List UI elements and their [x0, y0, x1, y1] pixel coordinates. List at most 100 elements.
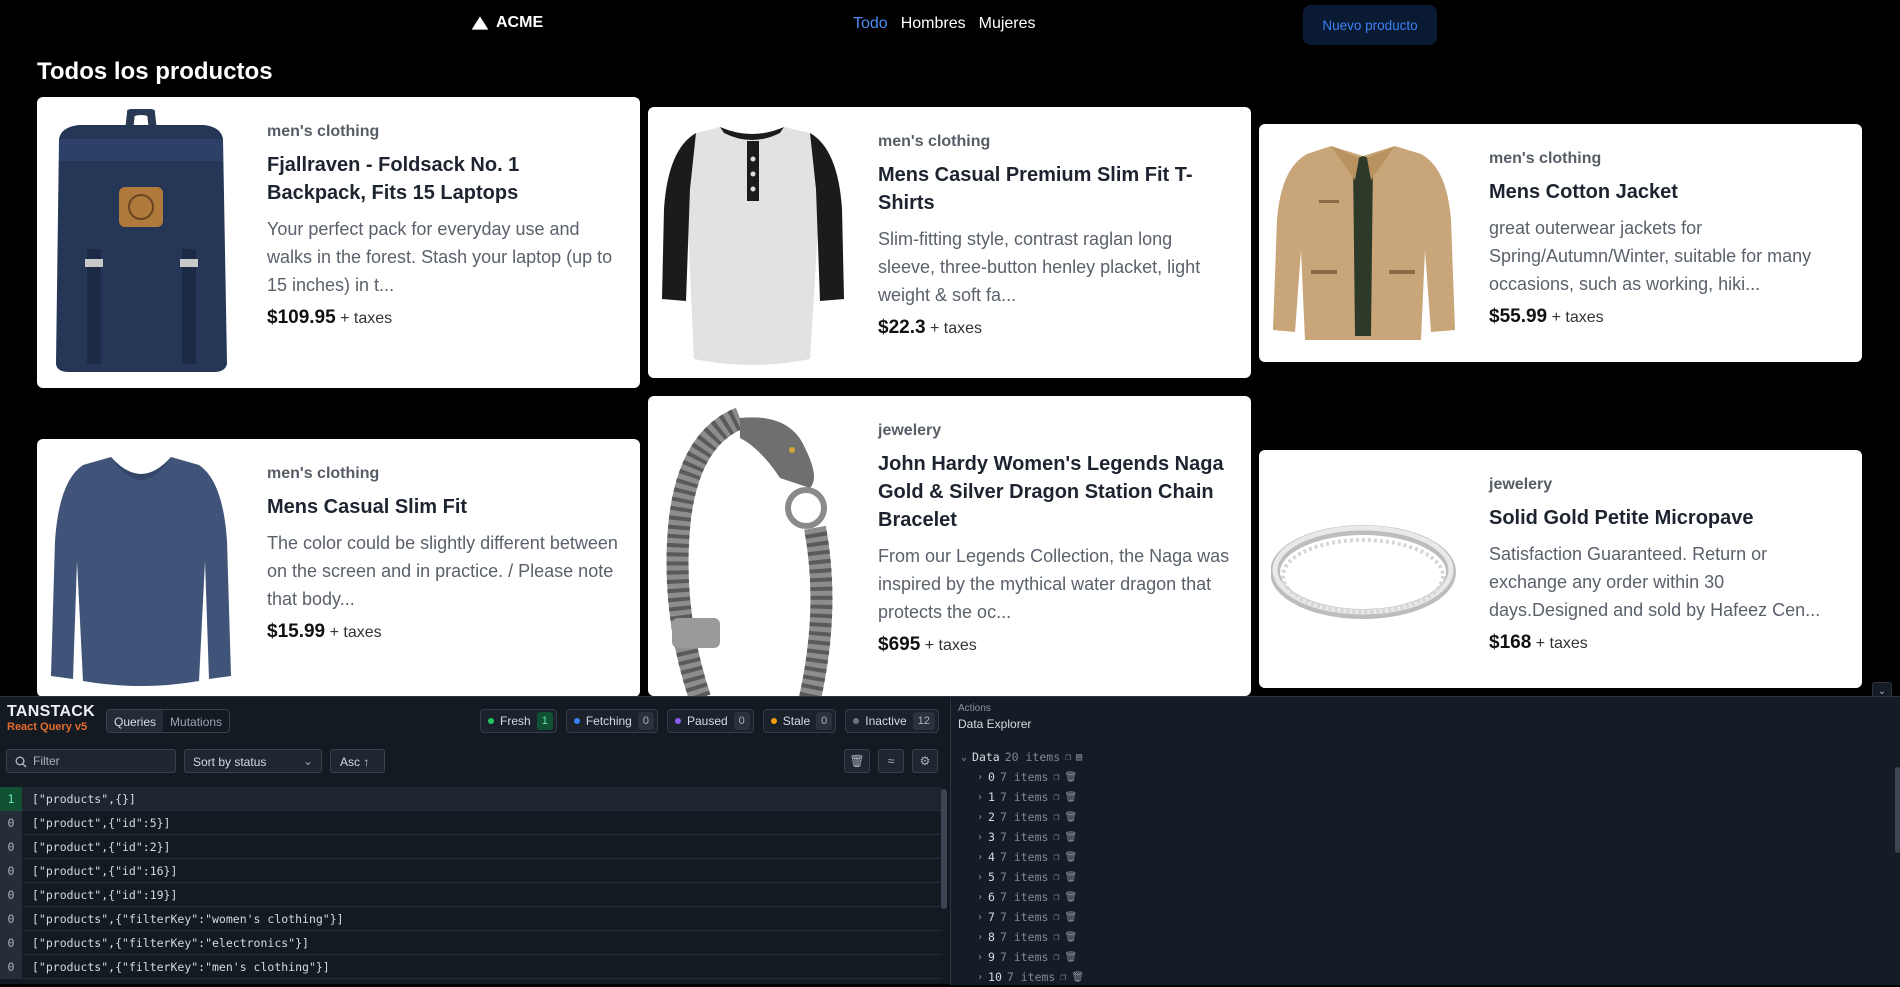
product-card[interactable]: jewelery John Hardy Women's Legends Naga… — [648, 396, 1251, 696]
product-title[interactable]: Mens Casual Premium Slim Fit T-Shirts — [878, 161, 1233, 217]
product-title[interactable]: John Hardy Women's Legends Naga Gold & S… — [878, 450, 1233, 534]
tree-item-row[interactable]: › 2 7 items ❐ 🗑 — [961, 807, 1084, 827]
product-description: Slim-fitting style, contrast raglan long… — [878, 229, 1201, 305]
tree-count: 7 items — [999, 870, 1049, 884]
product-category: men's clothing — [878, 133, 991, 150]
copy-icon[interactable]: ❐ — [1053, 952, 1059, 963]
copy-icon[interactable]: ❐ — [1053, 852, 1059, 863]
trash-icon[interactable]: 🗑 — [1064, 932, 1077, 943]
status-paused[interactable]: Paused 0 — [666, 709, 754, 733]
chevron-right-icon: › — [977, 851, 984, 863]
product-card[interactable]: men's clothing Fjallraven - Foldsack No.… — [37, 97, 640, 388]
copy-icon[interactable]: ❐ — [1053, 832, 1059, 843]
copy-icon[interactable]: ❐ — [1053, 892, 1059, 903]
query-key: ["product",{"id":16}] — [32, 863, 178, 878]
tree-item-row[interactable]: › 0 7 items ❐ 🗑 — [961, 767, 1084, 787]
product-title[interactable]: Solid Gold Petite Micropave — [1489, 504, 1844, 532]
tree-item-row[interactable]: › 9 7 items ❐ 🗑 — [961, 947, 1084, 967]
query-row[interactable]: 0 ["product",{"id":2}] — [0, 834, 942, 859]
new-product-button[interactable]: Nuevo producto — [1303, 5, 1437, 45]
sort-order-button[interactable]: Asc ↑ — [330, 749, 385, 773]
copy-icon[interactable]: ❐ — [1060, 972, 1066, 983]
status-counts: Fresh 1 Fetching 0 Paused 0 Stale 0 Inactive… — [480, 709, 939, 733]
product-price-row: $695 + taxes — [878, 634, 1233, 656]
query-key: ["products",{"filterKey":"women's clothi… — [32, 911, 344, 926]
status-label: Fetching — [585, 714, 632, 728]
tree-item-row[interactable]: › 6 7 items ❐ 🗑 — [961, 887, 1084, 907]
tree-item-row[interactable]: › 1 7 items ❐ 🗑 — [961, 787, 1084, 807]
product-card[interactable]: men's clothing Mens Casual Premium Slim … — [648, 107, 1251, 378]
filter-input[interactable]: Filter — [6, 749, 176, 773]
status-stale[interactable]: Stale 0 — [762, 709, 837, 733]
tree-key: 1 — [988, 790, 995, 804]
trash-icon[interactable]: 🗑 — [1064, 772, 1077, 783]
copy-icon[interactable]: ❐ — [1053, 912, 1059, 923]
nav-link-mujeres[interactable]: Mujeres — [979, 15, 1036, 33]
chevron-right-icon: › — [977, 891, 984, 903]
clear-cache-button[interactable]: 🗑 — [844, 749, 870, 773]
product-title[interactable]: Mens Cotton Jacket — [1489, 178, 1844, 206]
query-row[interactable]: 0 ["products",{"filterKey":"women's cloth… — [0, 906, 942, 931]
filter-placeholder: Filter — [33, 754, 60, 768]
tree-item-row[interactable]: › 7 7 items ❐ 🗑 — [961, 907, 1084, 927]
product-price-row: $55.99 + taxes — [1489, 306, 1844, 328]
product-price-row: $15.99 + taxes — [267, 621, 622, 643]
offline-mode-button[interactable]: ≈ — [878, 749, 904, 773]
tree-item-row[interactable]: › 4 7 items ❐ 🗑 — [961, 847, 1084, 867]
sort-select[interactable]: Sort by status ⌄ — [184, 749, 322, 773]
status-count: 0 — [733, 712, 750, 730]
tree-item-row[interactable]: › 8 7 items ❐ 🗑 — [961, 927, 1084, 947]
query-row[interactable]: 0 ["product",{"id":5}] — [0, 810, 942, 835]
tanstack-logo[interactable]: TANSTACK — [7, 703, 95, 721]
status-inactive[interactable]: Inactive 12 — [845, 709, 939, 733]
copy-icon[interactable]: ❐ — [1053, 792, 1059, 803]
settings-button[interactable]: ⚙ — [912, 749, 938, 773]
list-icon[interactable]: ▤ — [1076, 752, 1082, 763]
tree-item-row[interactable]: › 3 7 items ❐ 🗑 — [961, 827, 1084, 847]
query-list-scrollbar[interactable] — [941, 789, 947, 909]
devtools-tabs: Queries Mutations — [106, 709, 231, 733]
query-row[interactable]: 0 ["product",{"id":16}] — [0, 858, 942, 883]
product-card[interactable]: men's clothing Mens Casual Slim Fit The … — [37, 439, 640, 697]
actions-heading: Actions — [958, 703, 991, 711]
tab-queries[interactable]: Queries — [107, 710, 164, 732]
brand-logo[interactable]: ACME — [470, 14, 543, 32]
trash-icon[interactable]: 🗑 — [1064, 892, 1077, 903]
nav-link-hombres[interactable]: Hombres — [901, 15, 966, 33]
trash-icon[interactable]: 🗑 — [1064, 952, 1077, 963]
copy-icon[interactable]: ❐ — [1053, 932, 1059, 943]
trash-icon[interactable]: 🗑 — [1071, 972, 1084, 983]
product-description: great outerwear jackets for Spring/Autum… — [1489, 218, 1812, 294]
query-row[interactable]: 0 ["products",{"filterKey":"electronics"}… — [0, 930, 942, 955]
tree-root-row[interactable]: ⌄ Data 20 items ❐ ▤ — [961, 747, 1084, 767]
copy-icon[interactable]: ❐ — [1053, 772, 1059, 783]
tree-count: 20 items — [1004, 750, 1061, 764]
page-title: Todos los productos — [37, 58, 273, 85]
data-explorer-scrollbar[interactable] — [1895, 767, 1900, 853]
nav-link-todo[interactable]: Todo — [853, 15, 888, 33]
copy-icon[interactable]: ❐ — [1065, 752, 1071, 763]
observer-count: 0 — [0, 858, 22, 883]
trash-icon[interactable]: 🗑 — [1064, 912, 1077, 923]
product-category: men's clothing — [1489, 150, 1602, 167]
trash-icon[interactable]: 🗑 — [1064, 792, 1077, 803]
product-title[interactable]: Fjallraven - Foldsack No. 1 Backpack, Fi… — [267, 151, 622, 207]
copy-icon[interactable]: ❐ — [1053, 872, 1059, 883]
tree-item-row[interactable]: › 10 7 items ❐ 🗑 — [961, 967, 1084, 987]
product-card[interactable]: jewelery Solid Gold Petite Micropave Sat… — [1259, 450, 1862, 688]
status-fresh[interactable]: Fresh 1 — [480, 709, 557, 733]
copy-icon[interactable]: ❐ — [1053, 812, 1059, 823]
status-fetching[interactable]: Fetching 0 — [565, 709, 658, 733]
product-card[interactable]: men's clothing Mens Cotton Jacket great … — [1259, 124, 1862, 362]
query-row[interactable]: 1 ["products",{}] — [0, 786, 942, 811]
query-row[interactable]: 0 ["product",{"id":19}] — [0, 882, 942, 907]
tree-count: 7 items — [999, 930, 1049, 944]
tree-item-row[interactable]: › 5 7 items ❐ 🗑 — [961, 867, 1084, 887]
trash-icon[interactable]: 🗑 — [1064, 872, 1077, 883]
product-title[interactable]: Mens Casual Slim Fit — [267, 493, 622, 521]
trash-icon[interactable]: 🗑 — [1064, 812, 1077, 823]
query-row[interactable]: 0 ["products",{"filterKey":"men's clothin… — [0, 954, 942, 979]
trash-icon[interactable]: 🗑 — [1064, 832, 1077, 843]
tab-mutations[interactable]: Mutations — [163, 710, 229, 732]
trash-icon[interactable]: 🗑 — [1064, 852, 1077, 863]
